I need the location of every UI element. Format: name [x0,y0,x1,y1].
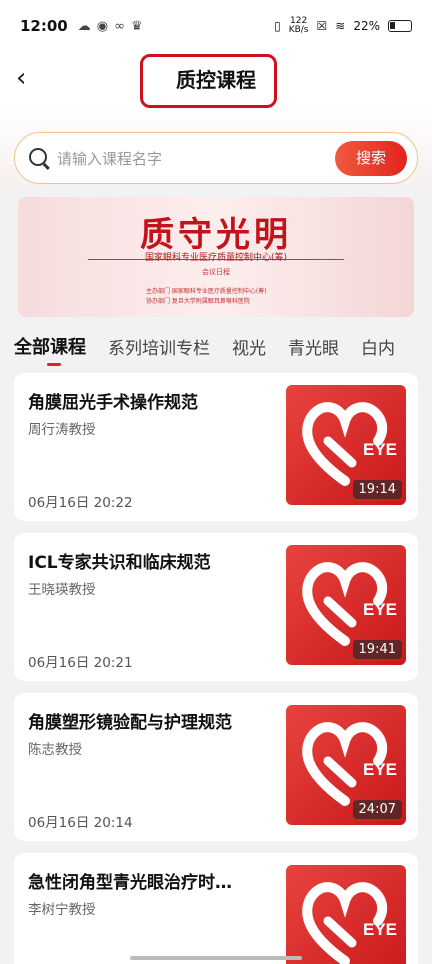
tab-all-courses[interactable]: 全部课程 [14,333,86,366]
search-button[interactable]: 搜索 [335,141,407,176]
course-lecturer: 陈志教授 [28,742,82,758]
sim-icon: ☒ [316,19,328,33]
eye-label: EYE [363,920,398,939]
promo-banner[interactable]: 质守光明 国家眼科专业医疗质量控制中心(筹) 会议日程 主办部门 国家眼科专业医… [18,197,414,317]
eye-label: EYE [363,440,398,459]
course-date: 06月16日 20:21 [28,655,133,671]
course-thumbnail[interactable]: EYE 19:14 [286,385,406,505]
course-lecturer: 王晓瑛教授 [28,582,96,598]
course-lecturer: 李树宁教授 [28,902,96,918]
course-thumbnail[interactable]: EYE [286,865,406,964]
net-speed-unit: KB/s [288,25,309,35]
video-duration: 19:14 [352,480,402,499]
search-input[interactable]: 请输入课程名字 [57,148,162,169]
video-duration: 19:41 [352,640,402,659]
net-speed: 122 KB/s [289,17,309,35]
banner-coorganizer: 协办部门 复旦大学附属眼耳鼻喉科医院 [146,298,250,305]
page-title: 质控课程 [176,68,256,92]
tab-cataract[interactable]: 白内 [361,334,395,359]
course-title: ICL专家共识和临床规范 [28,553,211,573]
crown-icon: ♛ [130,18,143,34]
course-title: 急性闭角型青光眼治疗时… [28,873,232,893]
banner-organizer: 主办部门 国家眼科专业医疗质量控制中心(筹) [146,288,267,295]
course-card[interactable]: 角膜塑形镜验配与护理规范 陈志教授 06月16日 20:14 EYE 24:07 [14,693,418,841]
course-card[interactable]: 角膜屈光手术操作规范 周行涛教授 06月16日 20:22 EYE 19:14 [14,373,418,521]
notification-icons: ☁ ◉ ∞ ♛ [78,19,143,34]
search-icon [29,148,47,166]
weibo-icon: ◉ [96,18,109,34]
link-icon: ∞ [114,18,125,34]
course-thumbnail[interactable]: EYE 19:41 [286,545,406,665]
vibrate-icon: ▯ [274,19,281,33]
course-date: 06月16日 20:22 [28,495,133,511]
home-indicator[interactable] [130,956,302,960]
eye-label: EYE [363,760,398,779]
banner-title: 质守光明 [140,215,292,255]
tab-optometry[interactable]: 视光 [232,334,266,359]
course-title: 角膜屈光手术操作规范 [28,393,198,413]
course-lecturer: 周行涛教授 [28,422,96,438]
battery-percent: 22% [353,19,380,33]
course-date: 06月16日 20:14 [28,815,133,831]
course-card[interactable]: 急性闭角型青光眼治疗时… 李树宁教授 EYE [14,853,418,964]
course-thumbnail[interactable]: EYE 24:07 [286,705,406,825]
search-area: 请输入课程名字 搜索 [0,108,432,188]
eye-label: EYE [363,600,398,619]
category-tabs: 全部课程 系列培训专栏 视光 青光眼 白内 [0,324,432,368]
banner-tag: 会议日程 [202,268,230,276]
course-title: 角膜塑形镜验配与护理规范 [28,713,232,733]
tab-series-training[interactable]: 系列培训专栏 [108,334,210,359]
cloud-icon: ☁ [77,18,91,34]
wifi-icon: ≋ [335,19,346,33]
banner-subtitle: 国家眼科专业医疗质量控制中心(筹) [144,253,288,263]
system-icons: ▯ 122 KB/s ☒ ≋ 22% [274,17,412,35]
status-bar: 12:00 ☁ ◉ ∞ ♛ ▯ 122 KB/s ☒ ≋ 22% [0,0,432,52]
nav-header: ‹ 质控课程 [0,52,432,108]
battery-icon [388,20,412,32]
search-bar[interactable]: 请输入课程名字 搜索 [14,132,418,184]
tab-glaucoma[interactable]: 青光眼 [288,334,339,359]
video-duration: 24:07 [352,800,402,819]
clock: 12:00 [20,17,68,35]
course-card[interactable]: ICL专家共识和临床规范 王晓瑛教授 06月16日 20:21 EYE 19:4… [14,533,418,681]
